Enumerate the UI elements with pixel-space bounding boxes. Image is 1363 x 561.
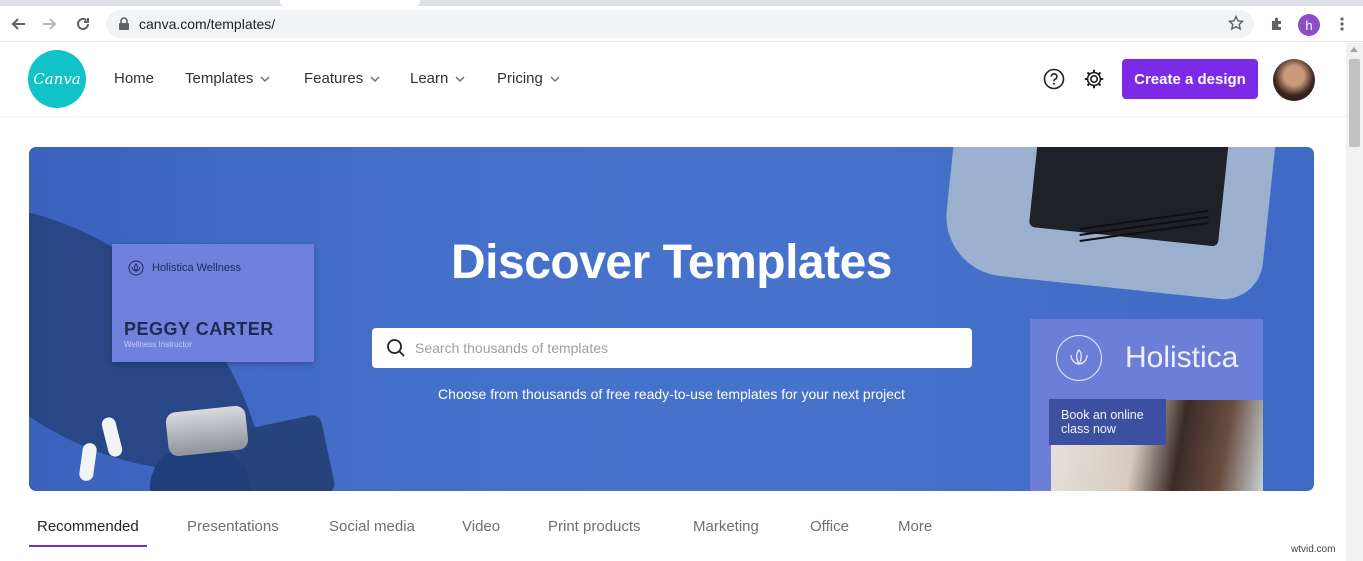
hero-banner: Holistica Wellness PEGGY CARTER Wellness…: [29, 147, 1314, 491]
template-search-input[interactable]: Search thousands of templates: [372, 328, 972, 368]
search-placeholder: Search thousands of templates: [415, 340, 609, 356]
back-arrow-icon[interactable]: [6, 12, 30, 36]
tab-marketing[interactable]: Marketing: [693, 518, 759, 535]
address-bar[interactable]: canva.com/templates/: [106, 10, 1254, 38]
bottle-cap-image: [164, 404, 250, 458]
tab-presentations[interactable]: Presentations: [187, 518, 279, 535]
chevron-down-icon: [550, 76, 560, 82]
watermark-text: wtvid.com: [1291, 544, 1336, 555]
chevron-down-icon: [370, 76, 380, 82]
help-icon[interactable]: [1042, 67, 1066, 91]
canva-logo[interactable]: Canva: [28, 50, 86, 108]
scroll-up-arrow-icon[interactable]: [1350, 47, 1358, 52]
nav-templates[interactable]: Templates: [185, 70, 271, 87]
scroll-thumb[interactable]: [1349, 59, 1360, 147]
nav-learn-label: Learn: [410, 70, 449, 87]
lock-icon: [118, 17, 130, 36]
tab-recommended[interactable]: Recommended: [37, 518, 139, 535]
poster-tagline: Book an online class now: [1049, 399, 1166, 445]
earbud-image: [78, 442, 98, 482]
nav-pricing-label: Pricing: [497, 70, 543, 87]
site-header: Canva Home Templates Features Learn Pric…: [0, 43, 1346, 117]
extensions-puzzle-icon[interactable]: [1265, 12, 1289, 36]
hero-title: Discover Templates: [451, 236, 892, 289]
nav-templates-label: Templates: [185, 70, 254, 87]
nav-features[interactable]: Features: [304, 70, 381, 87]
browser-toolbar: canva.com/templates/ h: [0, 6, 1363, 42]
business-card-role: Wellness Instructor: [124, 340, 192, 349]
browser-profile-avatar[interactable]: h: [1298, 14, 1320, 36]
category-tabs: Recommended Presentations Social media V…: [0, 505, 1346, 561]
forward-arrow-icon[interactable]: [38, 12, 62, 36]
active-tab-indicator: [29, 545, 147, 547]
search-icon: [387, 339, 405, 357]
settings-gear-icon[interactable]: [1082, 67, 1106, 91]
nav-home-label: Home: [114, 70, 155, 87]
bookmark-star-icon[interactable]: [1227, 14, 1245, 36]
chevron-down-icon: [455, 76, 465, 82]
nav-pricing[interactable]: Pricing: [497, 70, 561, 87]
tab-print-products[interactable]: Print products: [548, 518, 641, 535]
url-text: canva.com/templates/: [139, 16, 276, 32]
tab-video[interactable]: Video: [462, 518, 500, 535]
reload-icon[interactable]: [71, 12, 95, 36]
tab-more[interactable]: More: [898, 518, 932, 535]
nav-learn[interactable]: Learn: [410, 70, 466, 87]
create-design-button[interactable]: Create a design: [1122, 59, 1258, 99]
tab-social-media[interactable]: Social media: [329, 518, 415, 535]
page-scrollbar[interactable]: [1346, 43, 1363, 561]
user-avatar[interactable]: [1273, 59, 1315, 101]
chevron-down-icon: [260, 76, 270, 82]
nav-home[interactable]: Home: [114, 70, 154, 87]
browser-menu-icon[interactable]: [1330, 12, 1354, 36]
business-card-name: PEGGY CARTER: [124, 319, 274, 339]
tab-office[interactable]: Office: [810, 518, 849, 535]
poster-preview: Holistica Book an online class now: [1030, 319, 1263, 491]
nav-features-label: Features: [304, 70, 364, 87]
lotus-icon: [1056, 335, 1102, 381]
poster-brand: Holistica: [1125, 341, 1239, 374]
